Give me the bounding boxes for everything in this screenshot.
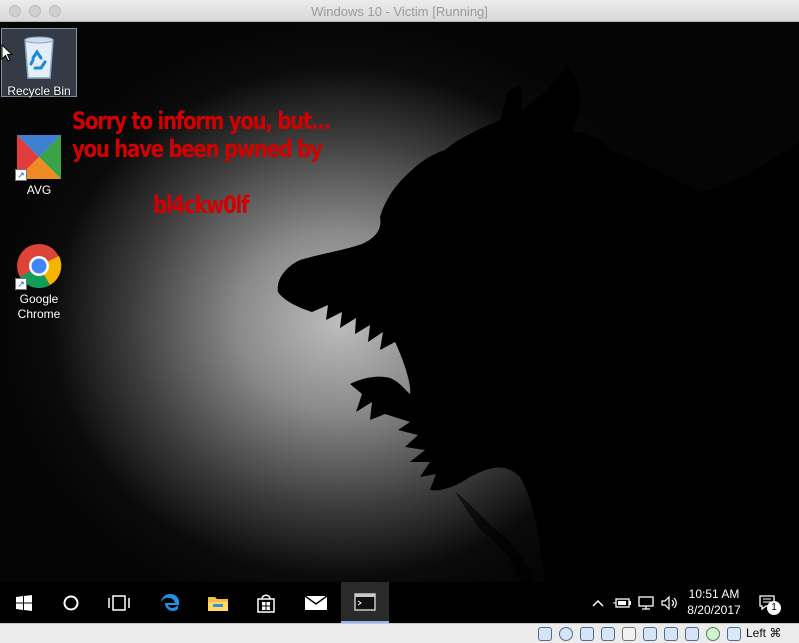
clock-time: 10:51 AM [688,587,740,601]
optical-drive-status-icon[interactable] [559,627,573,641]
desktop-icon-avg[interactable]: ↗ AVG [1,133,77,198]
mouse-integration-status-icon[interactable] [727,627,741,641]
audio-status-icon[interactable] [580,627,594,641]
vm-status-bar: Left ⌘ [0,623,799,643]
cpu-status-icon[interactable] [685,627,699,641]
network-icon[interactable] [636,582,656,623]
shortcut-arrow-icon: ↗ [15,278,27,290]
desktop[interactable]: Recycle Bin ↗ AVG ↗ Google Chrome Sorry … [0,22,799,582]
network-adapter-status-icon[interactable] [706,627,720,641]
window-title-bar[interactable]: Windows 10 - Victim [Running] [0,0,799,22]
recycle-bin-icon [15,34,63,82]
windows-start-icon[interactable] [0,582,48,623]
avg-icon: ↗ [15,133,63,181]
task-view-icon[interactable] [95,582,143,623]
hard-disk-status-icon[interactable] [538,627,552,641]
desktop-icon-google-chrome[interactable]: ↗ Google Chrome [1,242,77,322]
mouse-cursor-icon [1,44,13,62]
host-key-indicator: Left ⌘ [746,626,782,640]
power-battery-icon[interactable] [612,582,632,623]
ransom-message-line-2: you have been pwned by [72,135,323,163]
desktop-icon-label: AVG [26,183,52,197]
notification-count-badge: 1 [767,601,781,615]
wolf-silhouette-wallpaper [277,22,799,582]
desktop-icon-recycle-bin[interactable]: Recycle Bin [1,28,77,98]
action-center-icon[interactable]: 1 [754,582,782,623]
show-hidden-icons-chevron-icon[interactable] [590,582,606,623]
ransom-message-signature: bl4ckw0lf [153,191,250,219]
volume-speaker-icon[interactable] [660,582,680,623]
taskbar: 10:51 AM 8/20/2017 1 [0,582,799,623]
desktop-icon-label: Google Chrome [17,292,61,321]
shared-folders-status-icon[interactable] [622,627,636,641]
taskbar-clock[interactable]: 10:51 AM 8/20/2017 [686,586,742,618]
shortcut-arrow-icon: ↗ [15,169,27,181]
ransom-message-line-1: Sorry to inform you, but... [72,107,331,135]
chrome-icon: ↗ [15,242,63,290]
video-capture-status-icon[interactable] [664,627,678,641]
clock-date: 8/20/2017 [687,603,741,617]
mail-icon[interactable] [292,582,340,623]
edge-icon[interactable] [146,582,194,623]
window-title: Windows 10 - Victim [Running] [311,4,488,19]
command-prompt-icon[interactable] [341,582,389,623]
usb-status-icon[interactable] [601,627,615,641]
cortana-search-icon[interactable] [47,582,95,623]
store-icon[interactable] [242,582,290,623]
desktop-icon-label: Recycle Bin [7,84,71,98]
display-status-icon[interactable] [643,627,657,641]
file-explorer-icon[interactable] [194,582,242,623]
